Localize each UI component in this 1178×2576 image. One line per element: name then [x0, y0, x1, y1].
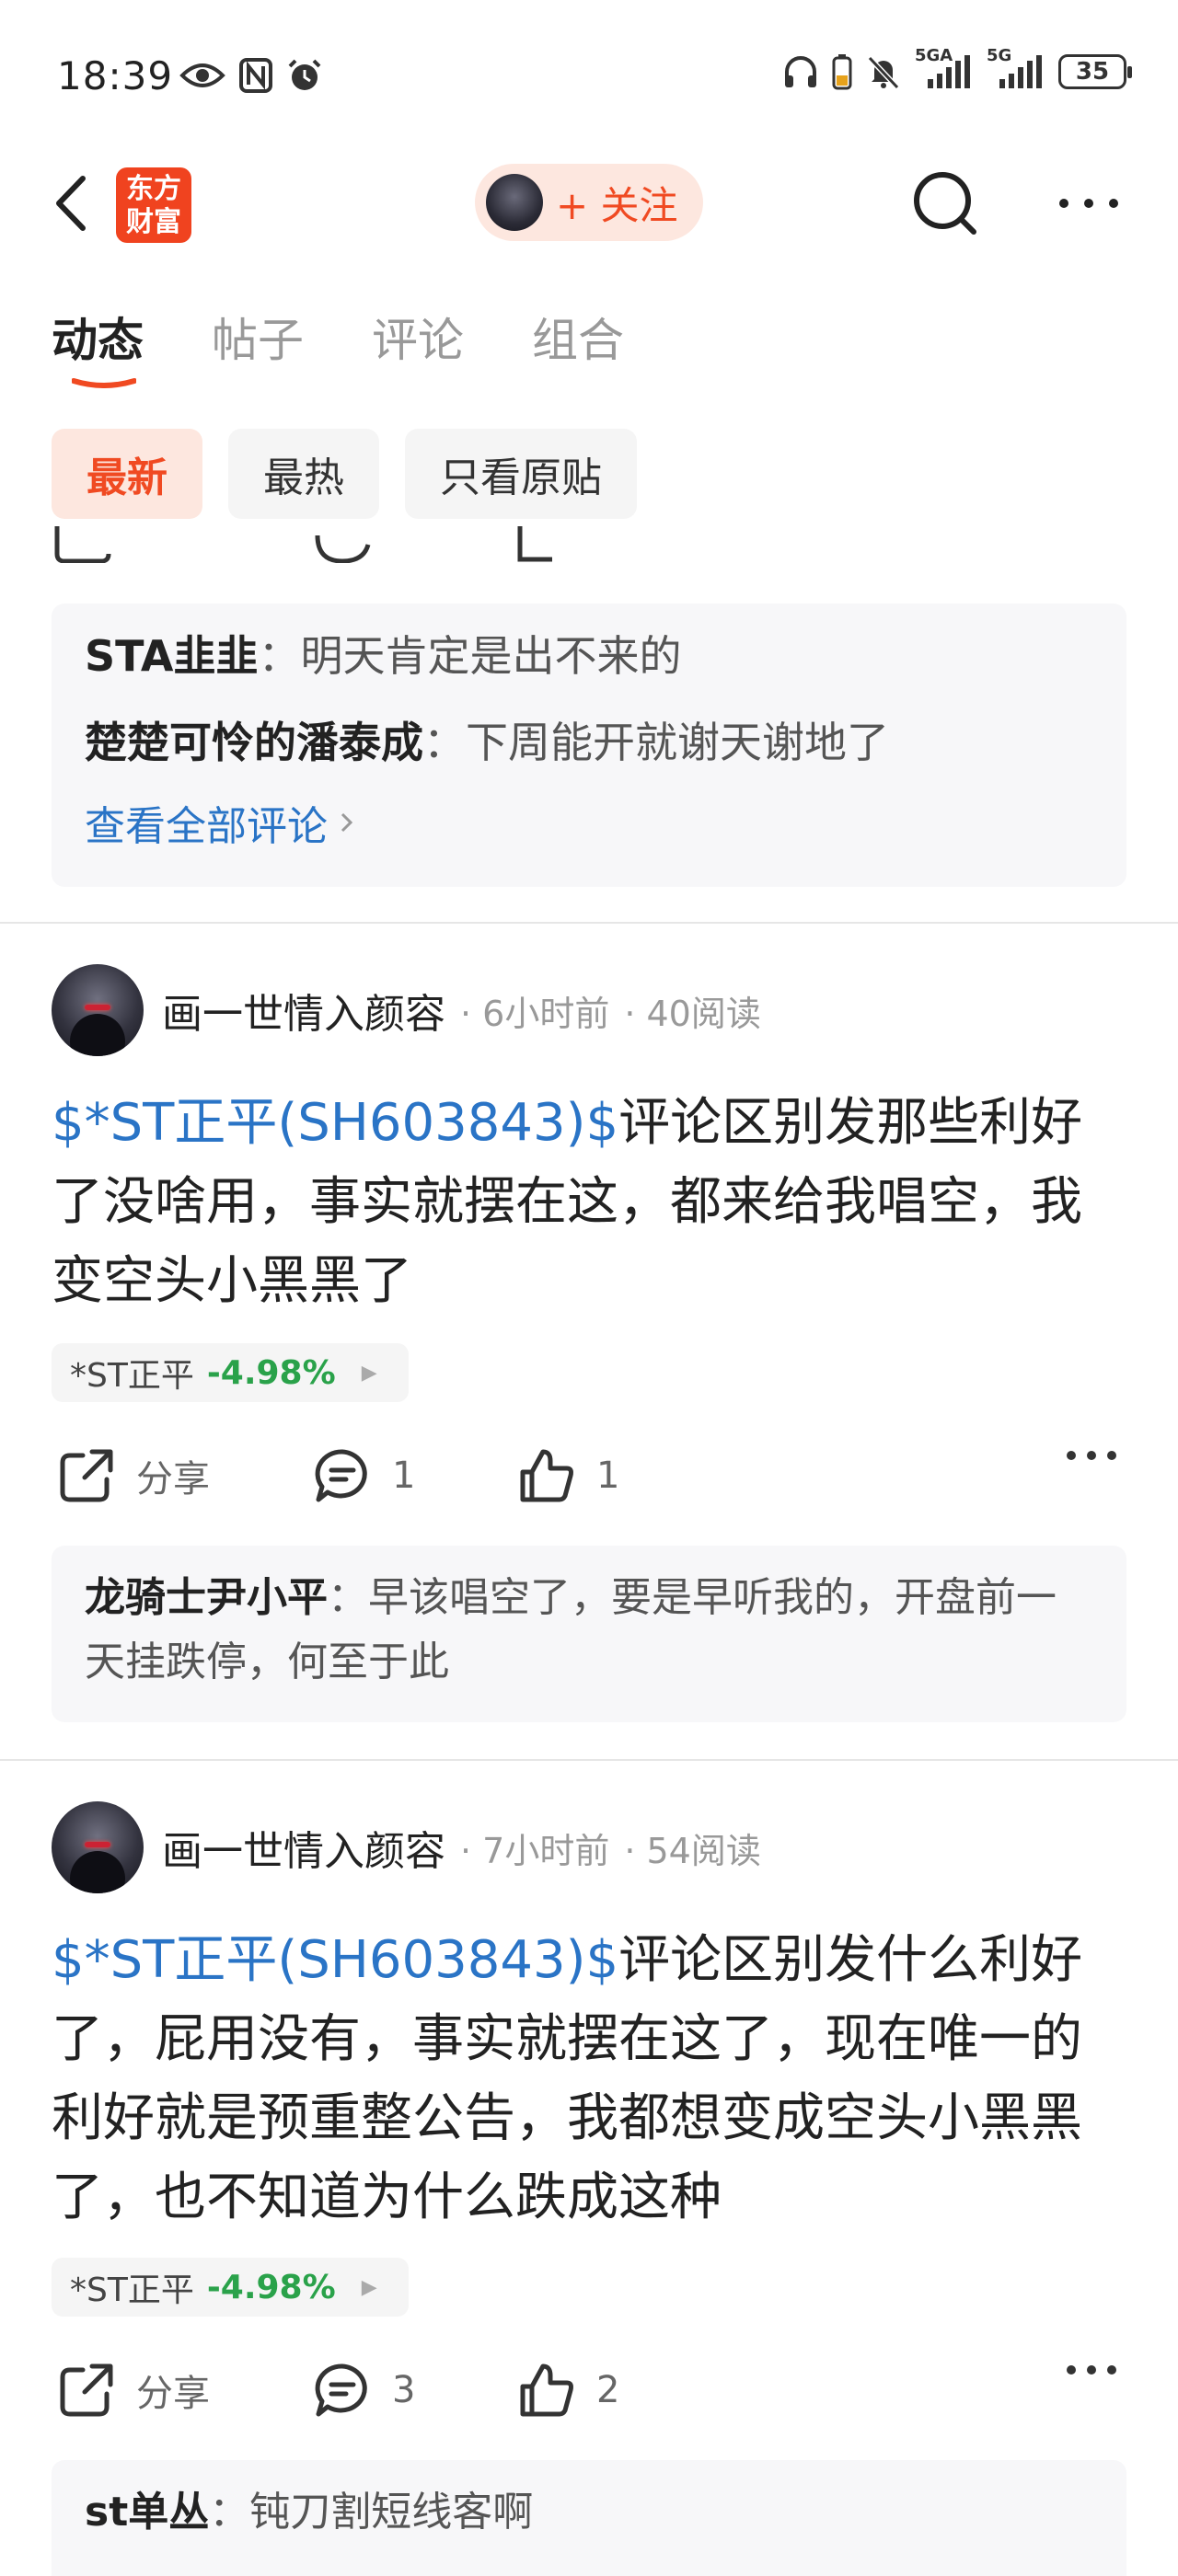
comment-text: 明天肯定是出不来的 — [300, 631, 682, 681]
comment-item: STA韭韭：明天肯定是出不来的 — [85, 631, 682, 681]
stock-name: *ST正平 — [70, 2271, 194, 2309]
post-time: · 6小时前 — [460, 993, 610, 1034]
comment-author[interactable]: st单丛 — [85, 2489, 209, 2536]
post-time: · 7小时前 — [460, 1830, 610, 1871]
post-author[interactable]: 画一世情入颜容 — [162, 1818, 445, 1877]
tab-portfolio[interactable]: 组合 — [532, 304, 624, 370]
tab-comments[interactable]: 评论 — [372, 304, 464, 370]
filter-original-only[interactable]: 只看原贴 — [405, 429, 637, 519]
headphones-icon — [782, 53, 819, 90]
stock-change: -4.98% — [206, 1353, 336, 1392]
comment-text: 下周能开就谢天谢地了 — [466, 718, 889, 767]
follow-label: + 关注 — [556, 182, 678, 228]
signal-5g-icon: 5G — [987, 46, 1045, 90]
signal-5ga-icon: 5GA — [915, 46, 974, 90]
comment-text: 钝刀割短线客啊 — [249, 2489, 534, 2536]
comment-item: 龙骑士尹小平：早该唱空了，要是早听我的，开盘前一天挂跌停，何至于此 — [85, 1574, 1057, 1685]
like-count: 1 — [596, 1455, 620, 1497]
stock-change: -4.98% — [206, 2268, 336, 2306]
share-icon — [60, 2363, 113, 2417]
app-logo: 东方 财富 — [116, 167, 191, 243]
chevron-right-icon — [341, 812, 353, 833]
comment-button[interactable]: 1 — [313, 1446, 415, 1505]
divider — [0, 1759, 1178, 1761]
comment-count: 1 — [392, 1455, 416, 1497]
like-button[interactable]: 2 — [517, 2361, 619, 2420]
post-more-button[interactable] — [1064, 1446, 1139, 1465]
comment-preview-box: STA韭韭：明天肯定是出不来的 楚楚可怜的潘泰成：下周能开就谢天谢地了 查看全部… — [52, 604, 1126, 887]
avatar[interactable] — [52, 1801, 144, 1893]
post-more-button[interactable] — [1064, 2361, 1139, 2379]
comment-author[interactable]: 龙骑士尹小平 — [85, 1574, 328, 1621]
post-header: 画一世情入颜容 · 6小时前 · 40阅读 — [52, 964, 761, 1056]
nfc-icon — [238, 57, 273, 94]
filter-hottest[interactable]: 最热 — [228, 429, 379, 519]
play-arrow-icon: ▶ — [361, 1361, 377, 1385]
battery-indicator: 35 — [1058, 54, 1132, 89]
user-avatar — [486, 174, 543, 231]
comment-icon — [315, 1449, 367, 1502]
comment-author[interactable]: 楚楚可怜的潘泰成 — [85, 718, 423, 767]
comment-preview-box: 龙骑士尹小平：早该唱空了，要是早听我的，开盘前一天挂跌停，何至于此 — [52, 1546, 1126, 1722]
more-dots-icon — [1059, 199, 1118, 208]
post-action-row: 分享 3 2 — [52, 2355, 1126, 2429]
comment-count: 3 — [392, 2369, 416, 2411]
follow-button[interactable]: + 关注 — [475, 164, 703, 241]
comment-button[interactable]: 3 — [313, 2361, 415, 2420]
divider — [0, 922, 1178, 924]
like-count: 2 — [596, 2369, 620, 2411]
tab-active-indicator — [72, 378, 136, 388]
post-author[interactable]: 画一世情入颜容 — [162, 981, 445, 1040]
share-icon — [60, 1449, 113, 1502]
more-dots-icon — [1067, 1451, 1116, 1460]
stock-name: *ST正平 — [70, 1357, 194, 1395]
search-icon — [914, 172, 976, 235]
stock-link[interactable]: $*ST正平(SH603843)$ — [52, 1093, 618, 1153]
post-reads: · 40阅读 — [624, 993, 761, 1034]
comment-icon — [315, 2363, 367, 2417]
share-button[interactable]: 分享 — [57, 1446, 210, 1505]
partial-action-row — [0, 526, 1178, 563]
thumbs-up-icon — [520, 2363, 573, 2417]
thumbs-up-icon — [520, 1449, 573, 1502]
post-content[interactable]: $*ST正平(SH603843)$评论区别发那些利好了没啥用，事实就摆在这，都来… — [52, 1084, 1128, 1321]
comment-item: 楚楚可怜的潘泰成：下周能开就谢天谢地了 — [85, 718, 889, 767]
post-content[interactable]: $*ST正平(SH603843)$评论区别发什么利好了，屁用没有，事实就摆在这了… — [52, 1921, 1128, 2237]
stock-link[interactable]: $*ST正平(SH603843)$ — [52, 1930, 618, 1990]
more-button[interactable] — [1055, 169, 1123, 237]
tab-bar: 动态 帖子 评论 组合 — [52, 304, 692, 388]
view-all-comments-link[interactable]: 查看全部评论 — [85, 793, 1093, 852]
top-nav: 东方 财富 + 关注 — [0, 156, 1178, 248]
share-button[interactable]: 分享 — [57, 2361, 210, 2420]
back-button[interactable] — [46, 173, 98, 234]
status-bar: 18:39 5GA 5G 35 — [0, 0, 1178, 156]
tab-posts[interactable]: 帖子 — [212, 304, 304, 370]
chevron-left-icon — [56, 176, 86, 231]
avatar[interactable] — [52, 964, 144, 1056]
comment-item: st单丛：钝刀割短线客啊 — [85, 2489, 534, 2536]
filter-latest[interactable]: 最新 — [52, 429, 202, 519]
comment-preview-box: st单丛：钝刀割短线客啊 — [52, 2460, 1126, 2576]
mute-bell-icon — [865, 53, 902, 90]
like-button[interactable]: 1 — [517, 1446, 619, 1505]
post-header: 画一世情入颜容 · 7小时前 · 54阅读 — [52, 1801, 761, 1893]
post-reads: · 54阅读 — [624, 1830, 761, 1871]
status-time: 18:39 — [57, 53, 174, 98]
tab-dynamics[interactable]: 动态 — [52, 304, 144, 388]
phone-battery-icon — [832, 53, 852, 90]
post-action-row: 分享 1 1 — [52, 1441, 1126, 1514]
eye-icon — [179, 61, 225, 90]
filter-chips: 最新 最热 只看原贴 — [52, 429, 637, 519]
play-arrow-icon: ▶ — [361, 2275, 377, 2299]
stock-tag[interactable]: *ST正平 -4.98% ▶ — [52, 1343, 409, 1402]
comment-author[interactable]: STA韭韭 — [85, 631, 259, 681]
alarm-icon — [286, 57, 323, 94]
more-dots-icon — [1067, 2365, 1116, 2375]
stock-tag[interactable]: *ST正平 -4.98% ▶ — [52, 2258, 409, 2317]
search-button[interactable] — [911, 169, 979, 237]
